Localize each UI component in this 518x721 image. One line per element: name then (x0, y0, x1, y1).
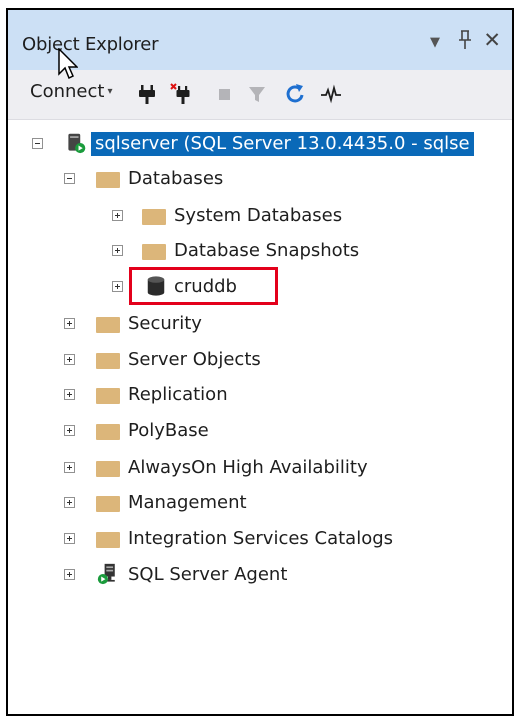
explorer-toolbar: Connect ▾ (8, 70, 512, 120)
mouse-cursor-icon (58, 48, 78, 80)
collapse-toggle[interactable] (64, 173, 75, 184)
explorer-tree: sqlserver (SQL Server 13.0.4435.0 - sqls… (8, 120, 512, 714)
folder-icon (96, 385, 120, 407)
folder-icon (96, 529, 120, 551)
expand-toggle[interactable] (64, 425, 75, 436)
cruddb-highlight-annotation (129, 267, 278, 305)
connect-button[interactable]: Connect ▾ (30, 81, 112, 102)
tree-label-database-snapshots[interactable]: Database Snapshots (174, 239, 359, 263)
folder-icon (96, 421, 120, 443)
expand-toggle[interactable] (112, 281, 123, 292)
folder-icon (142, 206, 166, 228)
tree-label-databases[interactable]: Databases (128, 167, 223, 191)
tree-node-integration-services[interactable]: Integration Services Catalogs (8, 523, 512, 557)
tree-label-security[interactable]: Security (128, 312, 202, 336)
tree-node-management[interactable]: Management (8, 487, 512, 521)
expand-toggle[interactable] (112, 210, 123, 221)
tree-node-polybase[interactable]: PolyBase (8, 415, 512, 449)
tree-label-sql-agent[interactable]: SQL Server Agent (128, 563, 287, 587)
expand-toggle[interactable] (64, 318, 75, 329)
tree-label-polybase[interactable]: PolyBase (128, 419, 209, 443)
refresh-icon[interactable] (284, 83, 306, 105)
expand-toggle[interactable] (64, 497, 75, 508)
expand-toggle[interactable] (112, 245, 123, 256)
expand-toggle[interactable] (64, 389, 75, 400)
connect-plug-icon[interactable] (136, 83, 158, 105)
folder-icon (96, 314, 120, 336)
panel-titlebar: Object Explorer ▼ ✕ (8, 10, 512, 70)
folder-icon (96, 169, 120, 191)
tree-node-replication[interactable]: Replication (8, 379, 512, 413)
close-icon[interactable]: ✕ (483, 28, 501, 52)
window-position-dropdown-icon[interactable]: ▼ (430, 35, 440, 50)
object-explorer-panel: Object Explorer ▼ ✕ Connect ▾ sqlserver … (6, 8, 514, 716)
server-running-icon (68, 133, 86, 154)
tree-label-server-objects[interactable]: Server Objects (128, 348, 261, 372)
disconnect-plug-icon[interactable] (170, 83, 192, 105)
expand-toggle[interactable] (64, 354, 75, 365)
tree-node-databases[interactable]: Databases (8, 163, 512, 197)
expand-toggle[interactable] (64, 462, 75, 473)
tree-node-server-objects[interactable]: Server Objects (8, 344, 512, 378)
tree-node-alwayson[interactable]: AlwaysOn High Availability (8, 452, 512, 486)
folder-icon (96, 350, 120, 372)
tree-label-integration-services[interactable]: Integration Services Catalogs (128, 527, 393, 551)
tree-label-replication[interactable]: Replication (128, 383, 228, 407)
tree-node-security[interactable]: Security (8, 308, 512, 342)
collapse-toggle[interactable] (32, 138, 43, 149)
tree-node-server[interactable]: sqlserver (SQL Server 13.0.4435.0 - sqls… (8, 128, 512, 162)
folder-icon (96, 493, 120, 515)
folder-icon (142, 241, 166, 263)
panel-title: Object Explorer (22, 34, 159, 55)
tree-label-management[interactable]: Management (128, 491, 247, 515)
tree-node-system-databases[interactable]: System Databases (8, 200, 512, 234)
sql-agent-icon (97, 563, 115, 585)
tree-label-alwayson[interactable]: AlwaysOn High Availability (128, 456, 368, 480)
folder-icon (96, 458, 120, 480)
tree-node-sql-agent[interactable]: SQL Server Agent (8, 559, 512, 593)
auto-hide-pin-icon[interactable] (458, 30, 472, 55)
connect-label: Connect (30, 81, 105, 102)
activity-monitor-icon[interactable] (320, 83, 342, 105)
connect-dropdown-icon[interactable]: ▾ (107, 86, 112, 97)
stop-icon[interactable] (214, 83, 236, 105)
tree-label-system-databases[interactable]: System Databases (174, 204, 342, 228)
filter-icon[interactable] (246, 83, 268, 105)
tree-node-database-snapshots[interactable]: Database Snapshots (8, 235, 512, 269)
expand-toggle[interactable] (64, 533, 75, 544)
expand-toggle[interactable] (64, 569, 75, 580)
tree-label-server[interactable]: sqlserver (SQL Server 13.0.4435.0 - sqls… (91, 132, 474, 156)
